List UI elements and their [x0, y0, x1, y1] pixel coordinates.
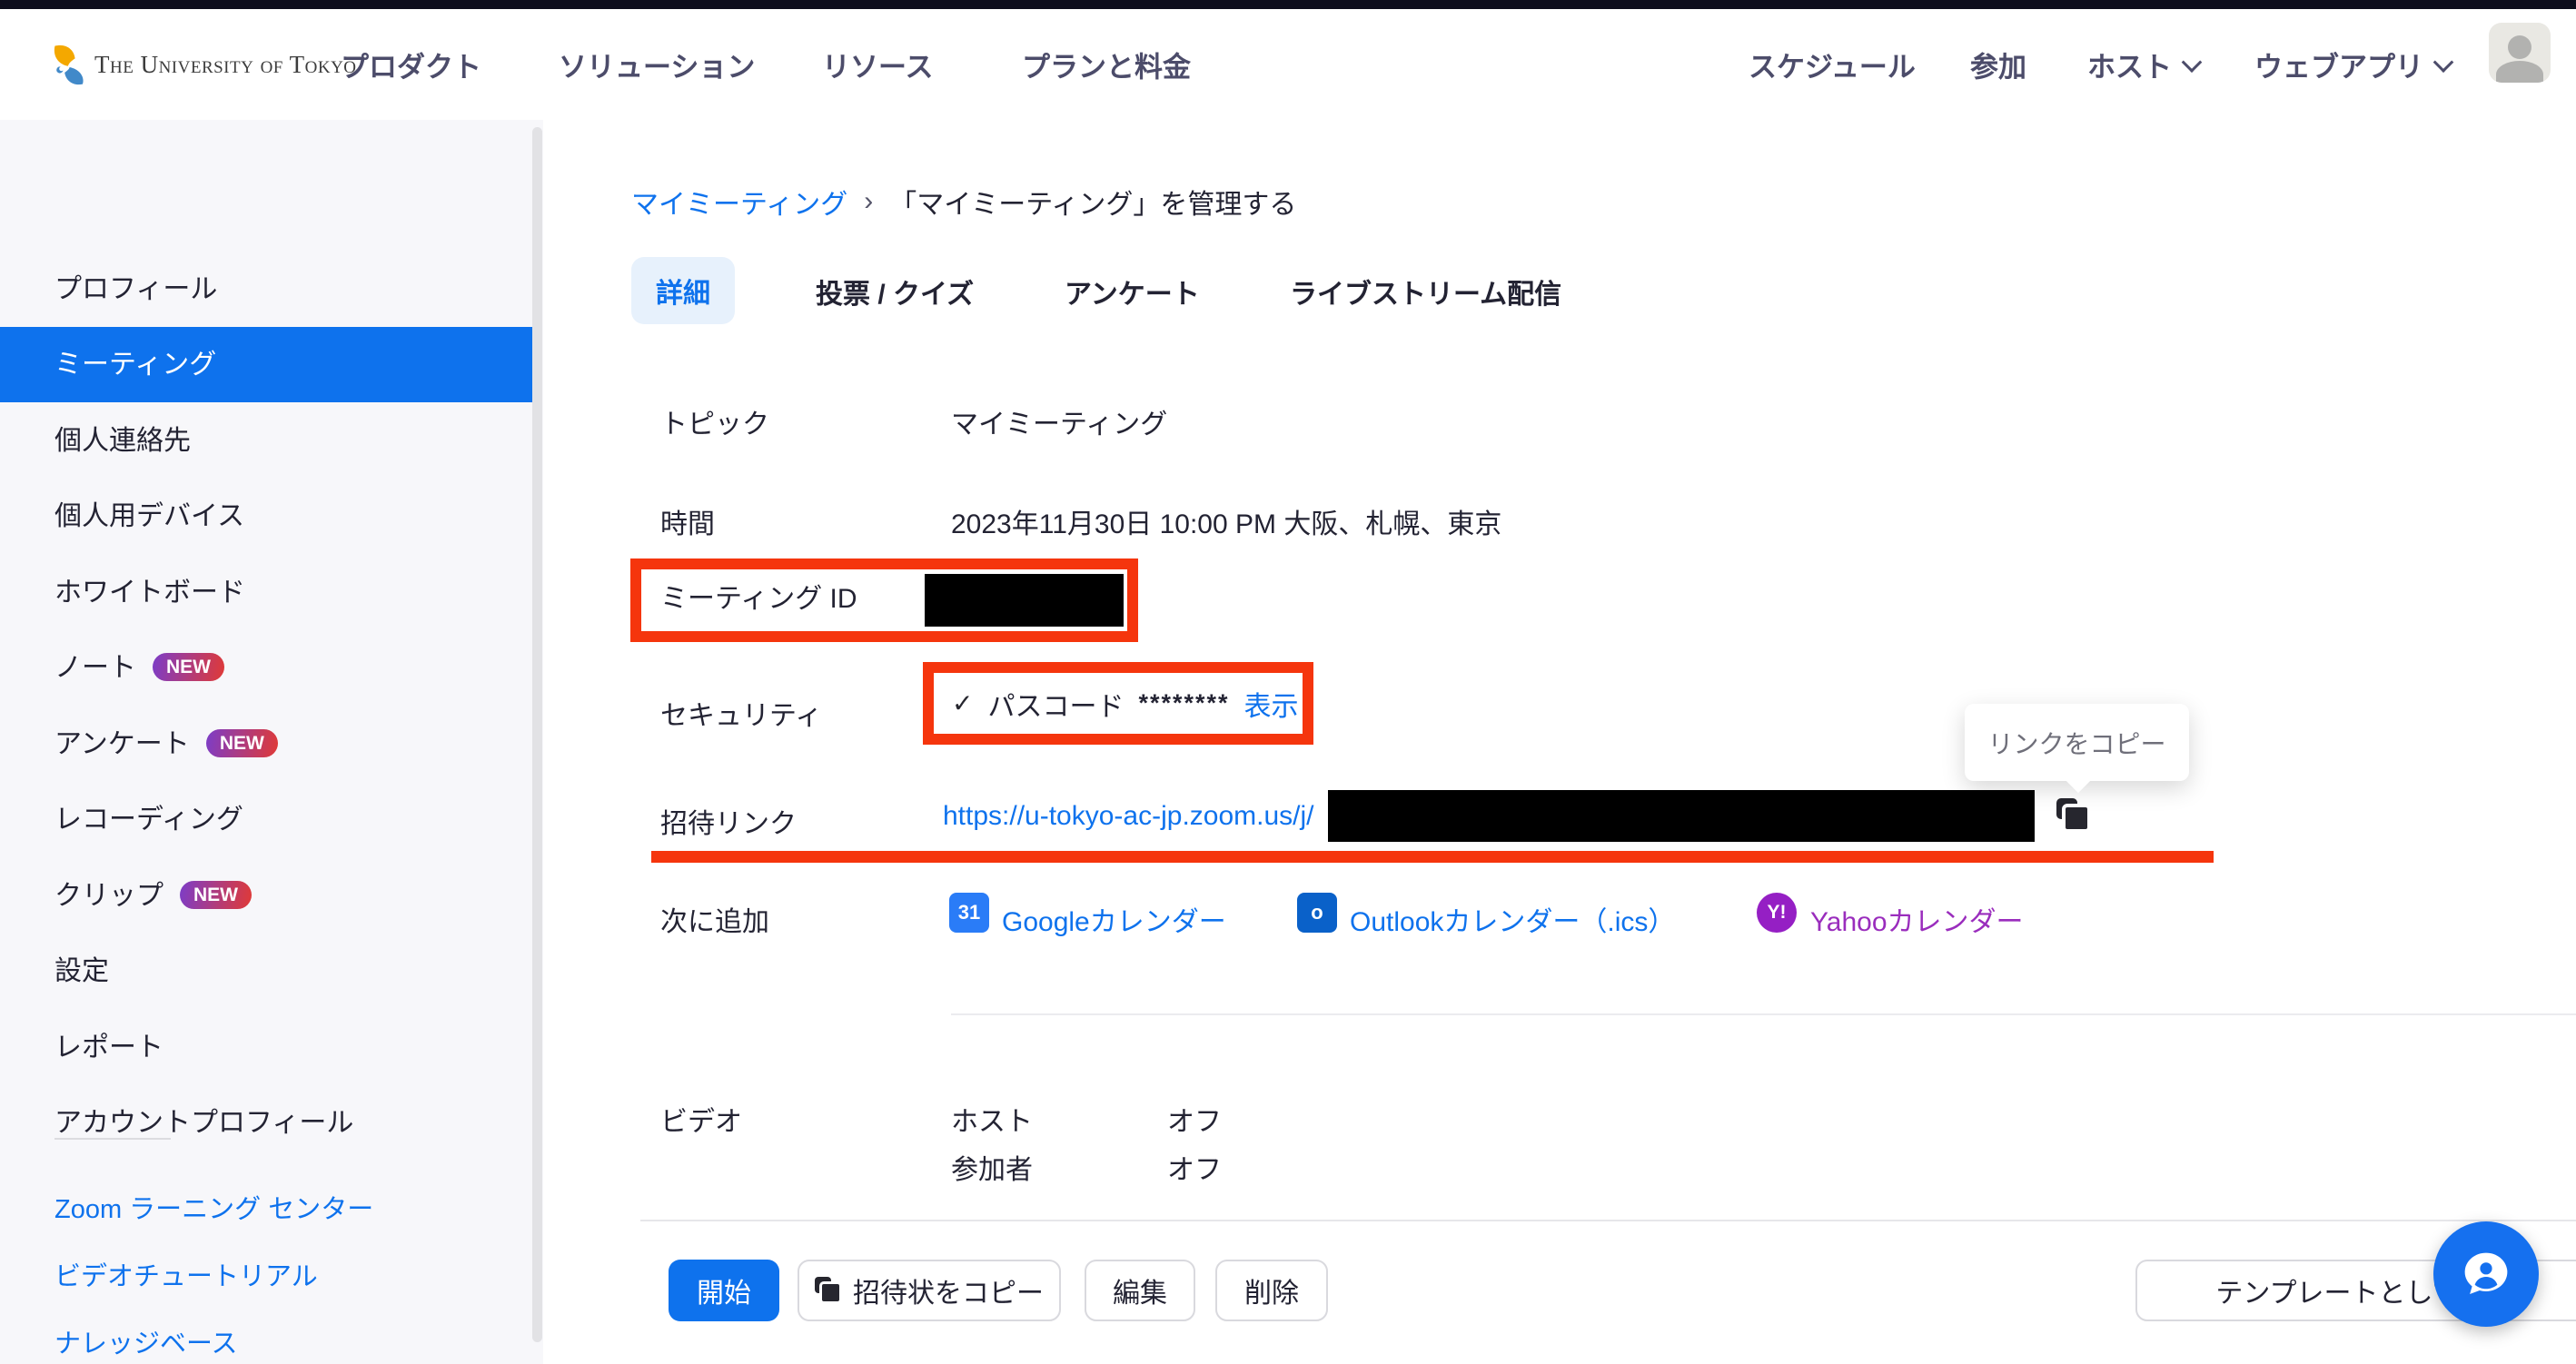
nav-host[interactable]: ホスト: [2087, 44, 2199, 85]
site-header: The University of Tokyo プロダクト ソリューション リソ…: [0, 9, 2576, 121]
yahoo-calendar-icon[interactable]: Y!: [1757, 893, 1797, 933]
sidebar-item-devices[interactable]: 個人用デバイス: [0, 479, 532, 554]
annotation-red-box-passcode: ✓ パスコード ******** 表示: [923, 662, 1313, 745]
topic-label: トピック: [660, 401, 769, 441]
google-calendar-link[interactable]: Googleカレンダー: [1002, 899, 1226, 939]
footer-divider: [640, 1220, 2576, 1221]
sidebar-item-profile[interactable]: プロフィール: [0, 252, 532, 327]
sidebar-scrollbar[interactable]: [532, 127, 542, 1342]
yahoo-calendar-link[interactable]: Yahooカレンダー: [1810, 899, 2024, 939]
breadcrumb: マイミーティング › 「マイミーティング」を管理する: [631, 182, 1296, 222]
sidebar-link-video-tutorials[interactable]: ビデオチュートリアル: [54, 1257, 318, 1297]
nav-plans-pricing[interactable]: プランと料金: [1022, 44, 1191, 85]
avatar-person-icon: [2508, 35, 2531, 59]
time-value: 2023年11月30日 10:00 PM 大阪、札幌、東京: [951, 501, 1501, 541]
tab-polls-quizzes[interactable]: 投票 / クイズ: [816, 272, 974, 311]
sidebar: プロフィール ミーティング 個人連絡先 個人用デバイス ホワイトボード ノートN…: [0, 120, 543, 1364]
video-host-value: オフ: [1167, 1099, 1222, 1139]
chevron-down-icon: [2433, 52, 2454, 73]
copy-link-icon[interactable]: [2056, 798, 2091, 833]
invite-link-url[interactable]: https://u-tokyo-ac-jp.zoom.us/j/: [943, 801, 1314, 832]
nav-host-label: ホスト: [2087, 44, 2172, 85]
outlook-calendar-icon[interactable]: o: [1297, 893, 1337, 933]
sidebar-item-surveys[interactable]: アンケートNEW: [0, 707, 532, 782]
breadcrumb-my-meetings-link[interactable]: マイミーティング: [631, 182, 847, 222]
zoom-web-portal: The University of Tokyo プロダクト ソリューション リソ…: [0, 0, 2576, 1364]
sidebar-link-learning-center[interactable]: Zoom ラーニング センター: [54, 1190, 373, 1230]
sidebar-item-account-profile[interactable]: アカウントプロフィール: [0, 1085, 532, 1161]
invite-link-label: 招待リンク: [660, 801, 797, 841]
video-participant-value: オフ: [1167, 1147, 1222, 1187]
section-divider: [951, 1013, 2576, 1015]
sidebar-item-reports[interactable]: レポート: [0, 1010, 532, 1085]
google-calendar-icon[interactable]: 31: [949, 893, 989, 933]
passcode-row: ✓ パスコード ******** 表示: [934, 673, 1303, 734]
copy-icon: [815, 1277, 842, 1304]
show-passcode-link[interactable]: 表示: [1244, 684, 1299, 724]
new-badge: NEW: [153, 653, 224, 681]
time-label: 時間: [660, 501, 715, 541]
nav-schedule[interactable]: スケジュール: [1749, 44, 1916, 85]
outlook-calendar-link[interactable]: Outlookカレンダー（.ics）: [1350, 899, 1675, 939]
window-top-bar: [0, 0, 2576, 9]
meeting-id-label: ミーティング ID: [660, 569, 857, 629]
new-badge: NEW: [206, 729, 278, 757]
utokyo-logo[interactable]: The University of Tokyo: [53, 44, 357, 85]
sidebar-divider: [54, 1138, 171, 1140]
passcode-label: パスコード: [987, 684, 1124, 724]
redacted-meeting-id: [925, 574, 1124, 627]
copy-invitation-button[interactable]: 招待状をコピー: [798, 1260, 1061, 1321]
video-host-label: ホスト: [951, 1099, 1033, 1139]
delete-button[interactable]: 削除: [1215, 1260, 1328, 1321]
breadcrumb-current: 「マイミーティング」を管理する: [889, 182, 1296, 222]
add-to-label: 次に追加: [660, 899, 769, 939]
nav-solutions[interactable]: ソリューション: [559, 44, 755, 85]
video-participant-label: 参加者: [951, 1147, 1033, 1187]
tab-livestream[interactable]: ライブストリーム配信: [1290, 272, 1561, 311]
checkmark-icon: ✓: [952, 688, 973, 718]
sidebar-item-settings[interactable]: 設定: [0, 934, 532, 1009]
new-badge: NEW: [180, 881, 252, 909]
sidebar-item-meetings[interactable]: ミーティング: [0, 327, 532, 402]
support-chat-icon: [2456, 1244, 2516, 1304]
tab-details[interactable]: 詳細: [631, 257, 735, 324]
breadcrumb-separator: ›: [864, 186, 873, 217]
sidebar-item-whiteboard[interactable]: ホワイトボード: [0, 555, 532, 630]
security-label: セキュリティ: [660, 693, 822, 733]
annotation-red-underline: [651, 851, 2214, 863]
redacted-invite-link: [1328, 790, 2035, 842]
nav-join[interactable]: 参加: [1970, 44, 2026, 85]
help-support-button[interactable]: [2433, 1221, 2539, 1327]
utokyo-ginkgo-icon: [53, 44, 85, 85]
edit-button[interactable]: 編集: [1085, 1260, 1195, 1321]
sidebar-item-notes[interactable]: ノートNEW: [0, 630, 532, 706]
sidebar-item-recordings[interactable]: レコーディング: [0, 782, 532, 857]
tab-surveys[interactable]: アンケート: [1065, 272, 1200, 311]
nav-products[interactable]: プロダクト: [341, 44, 481, 85]
topic-value: マイミーティング: [951, 401, 1167, 441]
nav-resources[interactable]: リソース: [822, 44, 933, 85]
start-button[interactable]: 開始: [669, 1260, 779, 1321]
sidebar-item-contacts[interactable]: 個人連絡先: [0, 403, 532, 479]
annotation-red-box-meeting-id: ミーティング ID: [630, 558, 1138, 642]
avatar[interactable]: [2489, 23, 2551, 83]
chevron-down-icon: [2182, 52, 2203, 73]
copy-link-tooltip: リンクをコピー: [1965, 704, 2189, 781]
nav-web-app[interactable]: ウェブアプリ: [2254, 44, 2451, 85]
nav-web-app-label: ウェブアプリ: [2254, 44, 2423, 85]
sidebar-item-clips[interactable]: クリップNEW: [0, 858, 532, 934]
video-label: ビデオ: [660, 1099, 742, 1139]
utokyo-logo-text: The University of Tokyo: [94, 51, 357, 79]
passcode-mask: ********: [1138, 689, 1229, 717]
sidebar-link-knowledge-base[interactable]: ナレッジベース: [54, 1324, 238, 1364]
main-content: マイミーティング › 「マイミーティング」を管理する 詳細 投票 / クイズ ア…: [543, 120, 2576, 1364]
